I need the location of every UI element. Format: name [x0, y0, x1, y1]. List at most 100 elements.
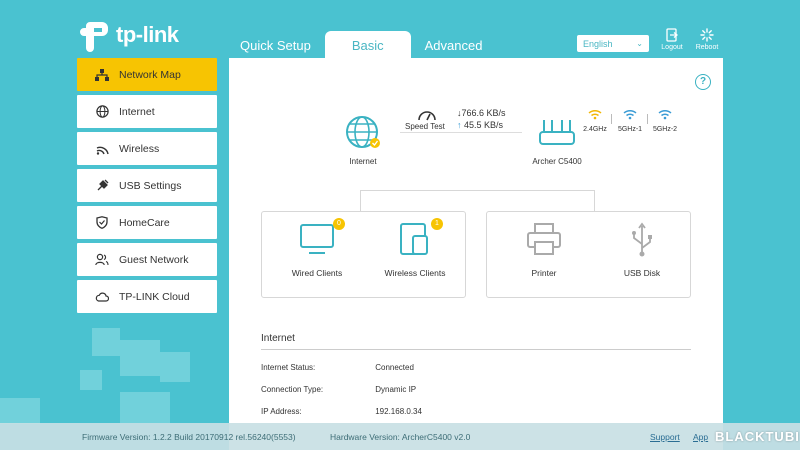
- usb-plug-icon: [95, 179, 109, 193]
- language-value: English: [583, 38, 613, 49]
- printer-icon: [527, 223, 561, 255]
- printer-label: Printer: [531, 268, 557, 278]
- app-link[interactable]: App: [693, 432, 708, 442]
- sidebar-item-internet[interactable]: Internet: [77, 95, 217, 128]
- sidebar-item-usb-settings[interactable]: USB Settings: [77, 169, 217, 202]
- internet-globe-icon[interactable]: [345, 115, 381, 151]
- band-5ghz-2-label: 5GHz-2: [652, 126, 678, 133]
- wired-clients-device[interactable]: 0 Wired Clients: [272, 218, 362, 278]
- guest-users-icon: [95, 253, 109, 267]
- network-map-icon: [95, 68, 109, 82]
- speed-test-label[interactable]: Speed Test: [405, 122, 445, 131]
- background-decoration: [120, 392, 170, 423]
- tp-link-logo[interactable]: tp-link: [76, 18, 179, 52]
- wireless-clients-count-badge: 1: [431, 218, 443, 230]
- wifi-5ghz-2-icon: [658, 109, 672, 120]
- logout-icon: [666, 28, 679, 42]
- sidebar-item-homecare[interactable]: HomeCare: [77, 206, 217, 239]
- background-decoration: [0, 398, 40, 424]
- info-value: 192.168.0.34: [375, 407, 422, 416]
- sidebar-item-network-map[interactable]: Network Map: [77, 58, 217, 91]
- info-row-internet-status: Internet Status: Connected: [261, 363, 414, 372]
- info-row-ip-address: IP Address: 192.168.0.34: [261, 407, 422, 416]
- language-select[interactable]: English ⌄: [577, 35, 649, 52]
- wireless-clients-device[interactable]: 1 Wireless Clients: [370, 218, 460, 278]
- main-tabs: Quick Setup Basic Advanced: [228, 31, 494, 59]
- cloud-icon: [95, 290, 109, 304]
- sidebar-item-label: Guest Network: [119, 253, 189, 266]
- tp-link-logo-icon: [80, 22, 108, 52]
- wired-clients-label: Wired Clients: [291, 268, 343, 278]
- reboot-icon: [700, 28, 714, 42]
- download-rate: 766.6 KB/s: [461, 108, 506, 118]
- info-row-connection-type: Connection Type: Dynamic IP: [261, 385, 416, 394]
- shield-icon: [95, 216, 109, 230]
- sidebar-item-wireless[interactable]: Wireless: [77, 132, 217, 165]
- printer-device[interactable]: Printer: [499, 222, 589, 278]
- help-icon[interactable]: ?: [695, 74, 711, 90]
- router-label: Archer C5400: [532, 157, 582, 166]
- usb-disk-label: USB Disk: [623, 268, 661, 278]
- info-key: Connection Type:: [261, 385, 324, 394]
- sidebar: Network Map Internet Wireless USB Settin…: [77, 58, 217, 317]
- band-divider: [647, 114, 648, 124]
- info-value: Connected: [375, 363, 414, 372]
- tab-advanced[interactable]: Advanced: [413, 31, 495, 59]
- logout-button[interactable]: Logout: [657, 28, 687, 51]
- info-key: Internet Status:: [261, 363, 316, 372]
- logo-text: tp-link: [116, 22, 179, 47]
- firmware-version: Firmware Version: 1.2.2 Build 20170912 r…: [82, 432, 296, 442]
- background-decoration: [120, 340, 160, 376]
- globe-icon: [95, 105, 109, 119]
- speedometer-icon[interactable]: [417, 106, 437, 122]
- sidebar-item-guest-network[interactable]: Guest Network: [77, 243, 217, 276]
- main-panel: ? Internet Speed Test ↓766.6 KB/s ↑ 45.5…: [229, 58, 723, 450]
- download-rate-row: ↓766.6 KB/s: [457, 108, 527, 118]
- sidebar-item-label: TP-LINK Cloud: [119, 290, 190, 303]
- reboot-button[interactable]: Reboot: [692, 28, 722, 51]
- logout-label: Logout: [661, 44, 683, 51]
- clients-card: 0 Wired Clients 1 Wireless Clients: [261, 211, 466, 298]
- watermark: BLACKTUBI: [715, 429, 800, 444]
- sidebar-item-label: USB Settings: [119, 179, 182, 192]
- wifi-2-4ghz-icon: [588, 109, 602, 120]
- support-link[interactable]: Support: [650, 432, 680, 442]
- sidebar-item-label: Wireless: [119, 142, 160, 155]
- tab-basic[interactable]: Basic: [324, 31, 411, 59]
- section-divider: [261, 349, 691, 350]
- background-decoration: [160, 352, 190, 382]
- router-icon[interactable]: [538, 118, 576, 148]
- tablet-phone-icon: [400, 223, 428, 255]
- wifi-5ghz-1-icon: [623, 109, 637, 120]
- usb-disk-device[interactable]: USB Disk: [597, 222, 687, 278]
- chevron-down-icon: ⌄: [636, 39, 643, 48]
- sidebar-item-tp-link-cloud[interactable]: TP-LINK Cloud: [77, 280, 217, 313]
- band-2-4ghz-label: 2.4GHz: [583, 126, 607, 133]
- monitor-icon: [300, 224, 334, 254]
- reboot-label: Reboot: [695, 44, 719, 51]
- footer: Firmware Version: 1.2.2 Build 20170912 r…: [0, 423, 800, 450]
- internet-node-label: Internet: [349, 157, 377, 166]
- usb-symbol-icon: [632, 222, 652, 257]
- sidebar-item-label: Network Map: [119, 68, 181, 81]
- upload-rate: 45.5 KB/s: [464, 120, 504, 130]
- wired-clients-count-badge: 0: [333, 218, 345, 230]
- sidebar-item-label: HomeCare: [119, 216, 170, 229]
- map-connector: [360, 190, 595, 212]
- upload-rate-row: ↑ 45.5 KB/s: [457, 120, 527, 130]
- background-decoration: [80, 370, 102, 390]
- wireless-clients-label: Wireless Clients: [384, 268, 446, 278]
- speed-divider: [400, 132, 522, 133]
- wifi-icon: [95, 142, 109, 156]
- internet-info-title: Internet: [261, 333, 295, 344]
- sidebar-item-label: Internet: [119, 105, 155, 118]
- background-decoration: [92, 328, 120, 356]
- usb-devices-card: Printer USB Disk: [486, 211, 691, 298]
- info-key: IP Address:: [261, 407, 302, 416]
- band-divider: [611, 114, 612, 124]
- tab-quick-setup[interactable]: Quick Setup: [228, 31, 323, 59]
- hardware-version: Hardware Version: ArcherC5400 v2.0: [330, 432, 471, 442]
- upload-arrow-icon: ↑: [457, 120, 462, 130]
- speed-rates: ↓766.6 KB/s ↑ 45.5 KB/s: [457, 108, 527, 130]
- band-5ghz-1-label: 5GHz-1: [617, 126, 643, 133]
